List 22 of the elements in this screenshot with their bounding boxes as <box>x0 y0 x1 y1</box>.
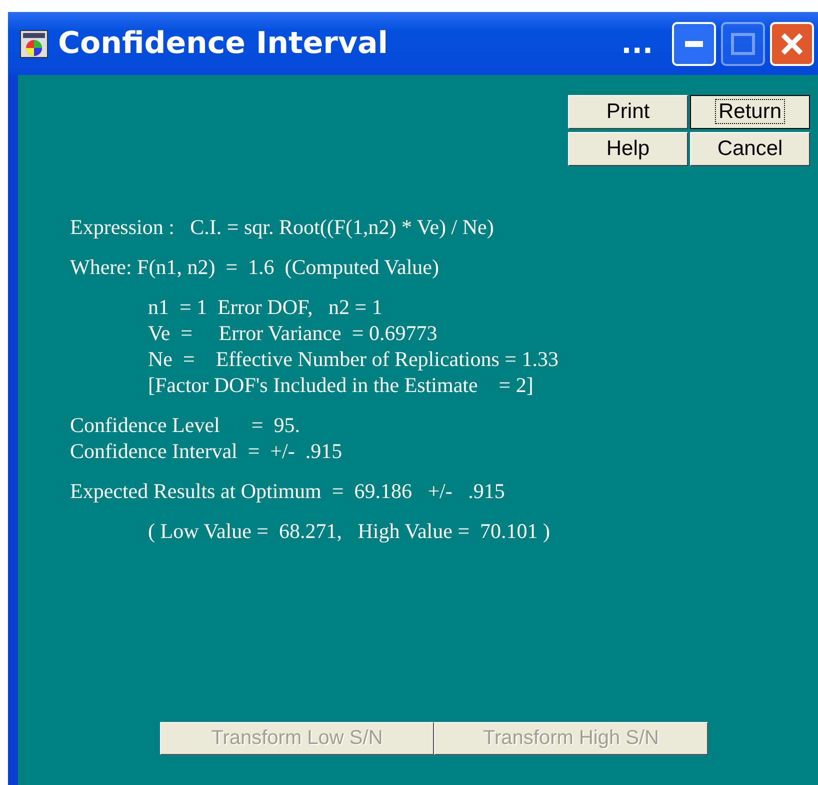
dialog-button[interactable]: Cancel <box>690 132 810 166</box>
result-text: ( Low Value = 68.271, High Value = 70.101 ) <box>148 518 552 544</box>
dialog-button[interactable]: Help <box>568 132 688 166</box>
result-text: Expression : C.I. = sqr. Root((F(1,n2) * Ve) / Ne) <box>70 214 495 240</box>
result-text: Confidence Interval = +/- .915 <box>70 438 344 464</box>
maximize-icon <box>731 32 755 54</box>
result-text: [Factor DOF's Included in the Estimate = 2] <box>148 372 534 398</box>
dialog-button[interactable]: Print <box>568 95 688 129</box>
result-text: Where: F(n1, n2) = 1.6 (Computed Value) <box>70 254 440 280</box>
result-text: Ve = Error Variance = 0.69773 <box>148 320 438 346</box>
result-text: Expected Results at Optimum = 69.186 +/- .915 <box>70 478 506 504</box>
minimize-icon <box>685 40 703 46</box>
result-text: Ne = Effective Number of Replications = 1.33 <box>148 346 560 372</box>
app-icon <box>20 30 48 58</box>
result-text: n1 = 1 Error DOF, n2 = 1 <box>148 294 384 320</box>
minimize-button[interactable] <box>672 22 716 66</box>
close-icon <box>780 32 804 56</box>
title-ellipsis: ... <box>621 27 653 60</box>
result-text: Confidence Level = 95. <box>70 412 301 438</box>
dialog-button[interactable]: Return <box>690 95 810 129</box>
window-title: Confidence Interval <box>58 26 390 61</box>
close-button[interactable] <box>770 22 814 66</box>
